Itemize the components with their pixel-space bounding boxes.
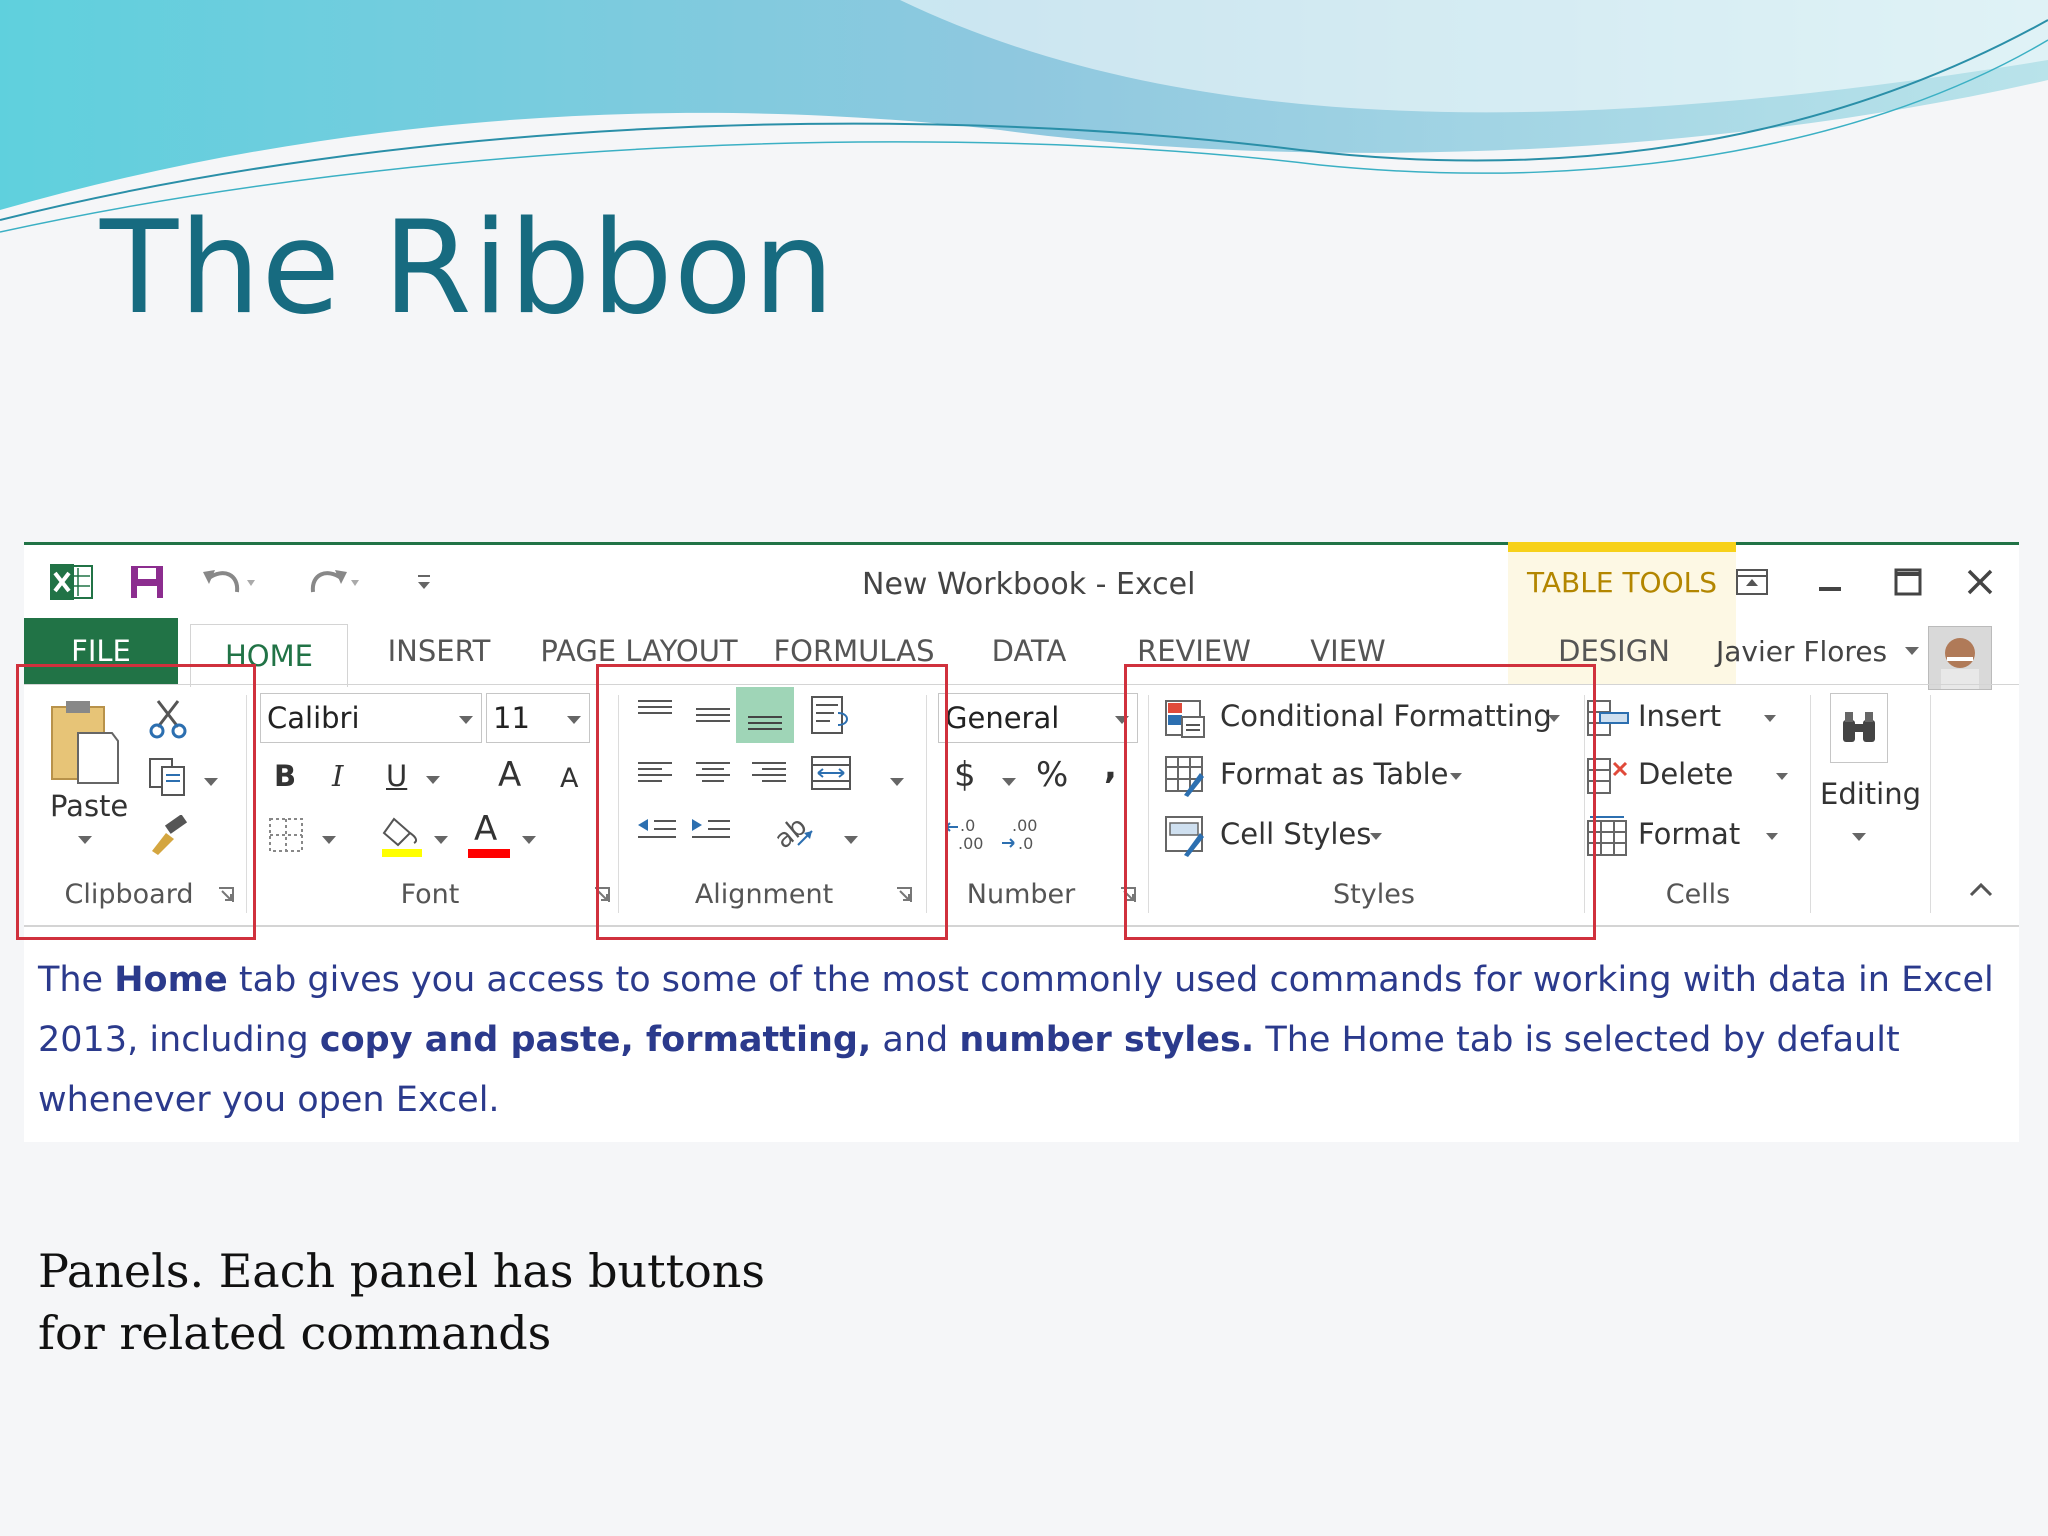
delete-cells-label: Delete — [1638, 757, 1734, 791]
undo-icon[interactable] — [194, 561, 264, 603]
svg-text:.00: .00 — [1012, 816, 1037, 835]
fill-color-dropdown-icon[interactable] — [432, 831, 450, 850]
editing-button[interactable]: Editing — [1820, 693, 1922, 873]
home-tab-description: The Home tab gives you access to some of… — [38, 950, 1998, 1130]
font-color-swatch — [468, 849, 510, 858]
borders-dropdown-icon[interactable] — [320, 831, 338, 850]
maximize-icon[interactable] — [1884, 561, 1932, 603]
currency-button[interactable]: $ — [954, 755, 976, 795]
format-cells-button[interactable]: Format — [1586, 811, 1796, 861]
context-group-label: TABLE TOOLS — [1526, 566, 1718, 599]
delete-cells-button[interactable]: Delete — [1586, 751, 1796, 801]
tab-data[interactable]: DATA — [964, 618, 1094, 684]
customize-qat-icon[interactable] — [404, 561, 444, 603]
svg-text:.0: .0 — [960, 816, 975, 835]
cells-group-label: Cells — [1665, 879, 1731, 910]
clipboard-highlight-box — [16, 664, 256, 940]
chevron-down-icon — [1766, 833, 1778, 840]
font-color-button[interactable]: A — [468, 809, 512, 859]
currency-dropdown-icon[interactable] — [1000, 773, 1018, 792]
excel-ribbon-screenshot: New Workbook - Excel TABLE TOOLS FILE HO… — [16, 542, 2019, 1142]
font-size-value: 11 — [493, 701, 530, 735]
editing-icon-frame — [1830, 693, 1888, 763]
window-title: New Workbook - Excel — [862, 567, 1196, 602]
chevron-down-icon — [1905, 647, 1920, 655]
font-name-value: Calibri — [267, 701, 360, 735]
description-part: The — [38, 960, 115, 1000]
user-avatar[interactable] — [1928, 626, 1992, 690]
number-format-value: General — [945, 701, 1060, 735]
comma-style-button[interactable]: , — [1104, 747, 1117, 787]
percent-button[interactable]: % — [1036, 755, 1068, 795]
chevron-down-icon — [459, 716, 473, 724]
editing-label: Editing — [1820, 777, 1922, 811]
increase-decimal-icon[interactable]: .0.00 — [944, 815, 988, 859]
separator — [1930, 695, 1931, 913]
bold-button[interactable]: B — [274, 759, 296, 793]
description-part-bold: copy and paste, formatting, — [319, 1020, 872, 1060]
slide-caption: Panels. Each panel has buttons for relat… — [38, 1244, 766, 1360]
number-group-label: Number — [966, 879, 1076, 910]
separator — [1810, 695, 1811, 913]
binoculars-icon — [1843, 712, 1875, 742]
decrease-decimal-icon[interactable]: .00.0 — [1000, 815, 1044, 859]
description-part-bold: number styles. — [959, 1020, 1255, 1060]
insert-cells-label: Insert — [1638, 699, 1722, 733]
ribbon-home: Paste Clipboard Calibri 11 B I U A A A F… — [24, 684, 2019, 927]
insert-cells-button[interactable]: Insert — [1586, 693, 1796, 743]
format-cells-label: Format — [1638, 817, 1741, 851]
shrink-font-button[interactable]: A — [560, 763, 578, 794]
slide-title: The Ribbon — [100, 194, 836, 343]
italic-button[interactable]: I — [332, 759, 343, 793]
description-part: and — [871, 1020, 960, 1060]
underline-dropdown-icon[interactable] — [424, 771, 442, 790]
chevron-down-icon — [1852, 833, 1866, 841]
font-group-label: Font — [400, 879, 460, 910]
chevron-down-icon — [567, 716, 581, 724]
svg-text:.0: .0 — [1018, 834, 1033, 853]
save-icon[interactable] — [122, 561, 172, 603]
user-name: Javier Flores — [1716, 634, 1888, 668]
tab-insert[interactable]: INSERT — [364, 618, 514, 684]
excel-logo-icon — [44, 561, 100, 603]
chevron-down-icon — [1764, 715, 1776, 722]
user-account-menu[interactable]: Javier Flores — [1716, 618, 1921, 684]
borders-icon[interactable] — [268, 817, 304, 857]
font-name-combo[interactable]: Calibri — [260, 693, 482, 743]
chevron-down-icon — [1776, 773, 1788, 780]
svg-text:.00: .00 — [958, 834, 983, 853]
underline-button[interactable]: U — [386, 759, 407, 793]
font-color-dropdown-icon[interactable] — [520, 831, 538, 850]
context-group-bar — [1508, 542, 1736, 552]
alignment-highlight-box — [596, 664, 948, 940]
font-size-combo[interactable]: 11 — [486, 693, 590, 743]
number-format-combo[interactable]: General — [938, 693, 1138, 743]
collapse-ribbon-icon[interactable] — [1968, 881, 1994, 903]
styles-highlight-box — [1124, 664, 1596, 940]
font-color-letter: A — [474, 809, 498, 849]
grow-font-button[interactable]: A — [498, 755, 521, 795]
close-icon[interactable] — [1956, 561, 2004, 603]
redo-icon[interactable] — [298, 561, 368, 603]
description-part-bold: Home — [114, 960, 228, 1000]
fill-color-icon[interactable] — [380, 813, 426, 863]
minimize-icon[interactable] — [1806, 561, 1854, 603]
